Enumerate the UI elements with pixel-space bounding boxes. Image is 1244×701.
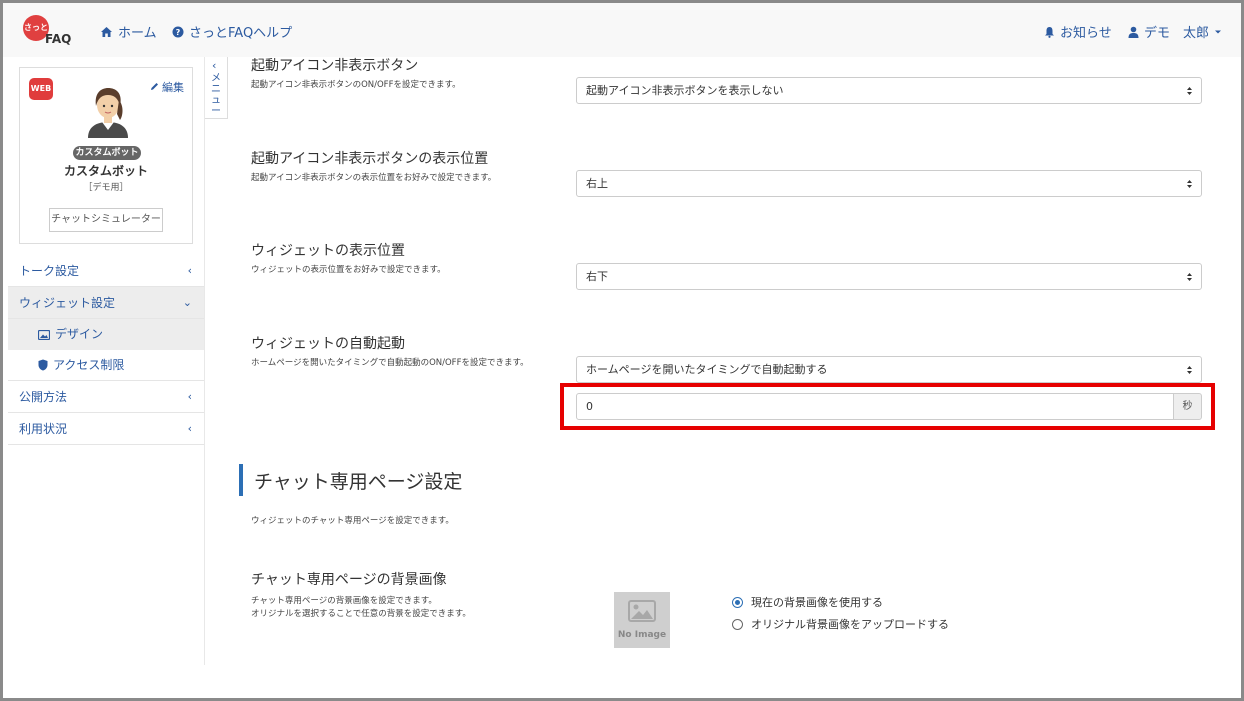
menu-tab-label: メニュー [211,73,221,117]
svg-text:?: ? [176,28,181,37]
select-arrows-icon [1187,87,1192,95]
chevron-down-icon: ⌄ [182,296,192,309]
notifications-label: お知らせ [1060,26,1112,41]
select-value: 右上 [586,177,608,190]
sidebar-item-label: デザイン [55,327,104,341]
caret-down-icon [1215,30,1222,33]
notifications-link[interactable]: お知らせ [1044,22,1112,41]
sidebar-item-label: ウィジェット設定 [19,296,116,310]
web-badge: WEB [29,78,53,100]
sidebar-divider [204,57,205,665]
no-image-label: No Image [617,630,667,640]
hide-button-title: 起動アイコン非表示ボタン [251,58,419,74]
bg-option-current[interactable]: 現在の背景画像を使用する [732,594,883,610]
heading-accent-bar [239,464,243,496]
bot-type-pill: カスタムボット [73,146,141,160]
app-logo[interactable]: さっと FAQ [23,15,75,49]
sidebar-item-label: 利用状況 [19,422,68,436]
nav-help-label: さっとFAQヘルプ [189,26,293,41]
chat-page-heading: チャット専用ページ設定 [254,471,463,493]
sidebar-subitem-design[interactable]: デザイン [8,319,204,350]
chevron-left-icon: ‹ [187,264,192,277]
auto-launch-seconds-input[interactable]: 0 [576,393,1174,420]
bg-image-desc-2: オリジナルを選択することで任意の背景を設定できます。 [251,609,471,619]
edit-link[interactable]: 編集 [150,79,184,95]
sidebar-item-label: アクセス制限 [53,357,125,372]
select-arrows-icon [1187,180,1192,188]
auto-launch-desc: ホームページを開いたタイミングで自動起動のON/OFFを設定できます。 [251,358,529,368]
bot-subtitle: ［デモ用］ [83,183,129,193]
chat-page-desc: ウィジェットのチャット専用ページを設定できます。 [251,516,454,526]
pencil-icon [150,83,158,90]
bg-option-upload[interactable]: オリジナル背景画像をアップロードする [732,616,949,632]
radio-label: オリジナル背景画像をアップロードする [751,618,949,631]
bg-image-preview: No Image [614,592,670,648]
hide-button-select[interactable]: 起動アイコン非表示ボタンを表示しない [576,77,1202,104]
help-circle-icon: ? [172,26,184,37]
user-icon [1128,26,1139,38]
select-arrows-icon [1187,273,1192,281]
bot-avatar [88,88,128,138]
hide-button-position-select[interactable]: 右上 [576,170,1202,197]
chevron-left-icon: ‹ [187,390,192,403]
menu-toggle-tab[interactable]: ‹ メニュー [205,57,228,119]
image-placeholder-icon [628,600,656,622]
widget-position-desc: ウィジェットの表示位置をお好みで設定できます。 [251,265,446,275]
radio-label: 現在の背景画像を使用する [751,596,883,609]
radio-button[interactable] [732,618,743,630]
home-icon [101,26,112,37]
bg-image-desc-1: チャット専用ページの背景画像を設定できます。 [251,596,437,606]
hide-button-desc: 起動アイコン非表示ボタンのON/OFFを設定できます。 [251,80,461,90]
auto-launch-select[interactable]: ホームページを開いたタイミングで自動起動する [576,356,1202,383]
top-navbar: さっと FAQ ホーム ? さっとFAQヘルプ お知らせ デモ 太郎 [3,3,1241,57]
chevron-left-icon: ‹ [212,59,217,72]
bot-profile-card: WEB 編集 カスタムボット カスタムボット ［デモ用］ チャットシミュレーター [19,67,193,244]
nav-home-label: ホーム [118,26,157,41]
chat-simulator-button[interactable]: チャットシミュレーター [49,208,163,232]
bell-icon [1045,26,1054,38]
logo-text: FAQ [45,32,72,46]
chevron-left-icon: ‹ [187,422,192,435]
widget-position-select[interactable]: 右下 [576,263,1202,290]
auto-launch-title: ウィジェットの自動起動 [251,336,405,352]
select-value: 右下 [586,270,608,283]
hide-button-position-title: 起動アイコン非表示ボタンの表示位置 [251,151,489,167]
nav-home-link[interactable]: ホーム [100,22,157,41]
select-arrows-icon [1187,366,1192,374]
sidebar-menu: トーク設定 ‹ ウィジェット設定 ⌄ デザイン アクセス制限 公開方法 ‹ 利用… [8,255,204,445]
sidebar-item-label: トーク設定 [19,264,80,278]
bot-name: カスタムボット [63,164,148,178]
image-icon [38,329,50,340]
sidebar-item-label: 公開方法 [19,390,68,404]
seconds-unit-addon: 秒 [1173,393,1202,420]
user-menu[interactable]: デモ 太郎 [1128,22,1222,41]
select-value: ホームページを開いたタイミングで自動起動する [586,363,828,376]
widget-position-title: ウィジェットの表示位置 [251,243,405,259]
sidebar-item-usage[interactable]: 利用状況 ‹ [8,413,204,445]
sidebar-item-publish-method[interactable]: 公開方法 ‹ [8,381,204,413]
edit-label: 編集 [162,81,184,94]
sidebar-subitem-access-restriction[interactable]: アクセス制限 [8,350,204,381]
hide-button-position-desc: 起動アイコン非表示ボタンの表示位置をお好みで設定できます。 [251,173,497,183]
radio-button-checked[interactable] [732,596,743,608]
shield-icon [38,359,48,371]
nav-help-link[interactable]: ? さっとFAQヘルプ [172,22,292,41]
sidebar-item-widget-settings[interactable]: ウィジェット設定 ⌄ [8,287,204,319]
select-value: 起動アイコン非表示ボタンを表示しない [586,84,784,97]
sidebar-item-talk-settings[interactable]: トーク設定 ‹ [8,255,204,287]
bg-image-title: チャット専用ページの背景画像 [251,572,447,588]
user-name: デモ 太郎 [1144,26,1210,41]
